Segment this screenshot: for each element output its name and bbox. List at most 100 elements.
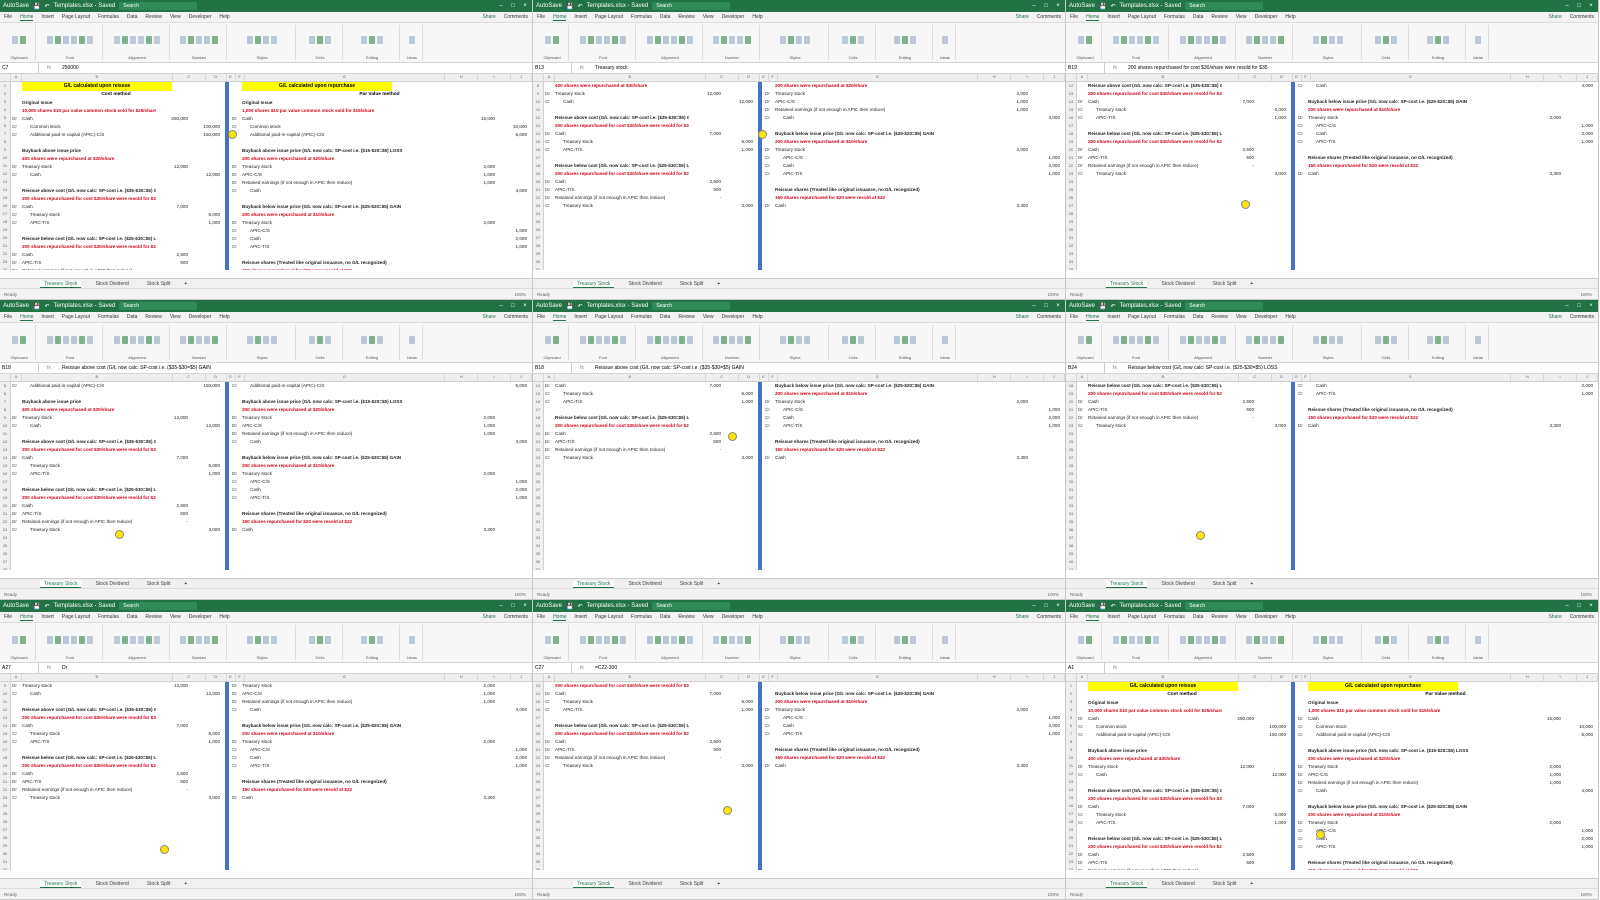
entry-line[interactable]: Reissue shares (Treated like original is…: [765, 186, 1060, 194]
entry-line[interactable]: Dr Treasury stock 2,000: [1298, 763, 1593, 771]
close-icon[interactable]: ×: [1587, 603, 1595, 609]
ribbon-button-icon[interactable]: [361, 36, 367, 44]
worksheet[interactable]: 1 2 3 4 5 6 7 8 9 10 11 12 13 14 15 16 17 18 19 20 21 22 23 24 …: [0, 82, 532, 270]
ribbon-button-icon[interactable]: [1337, 336, 1343, 344]
entry-line[interactable]: Reissue below cost (G/L now calc: SP-cos…: [545, 414, 753, 422]
tab-treasury-stock[interactable]: Treasury Stock: [573, 880, 615, 888]
undo-icon[interactable]: ↶: [45, 303, 50, 310]
entry-line[interactable]: 200 shares were repurchased at $10/share: [232, 462, 527, 470]
entry-line[interactable]: Dr Cash 3,300: [232, 526, 527, 534]
ribbon-button-icon[interactable]: [409, 36, 415, 44]
entry-line[interactable]: Cr Treasury stock 6,000: [1078, 811, 1286, 819]
ribbon-button-icon[interactable]: [850, 636, 856, 644]
autosave-toggle[interactable]: AutoSave: [536, 603, 562, 609]
close-icon[interactable]: ×: [1054, 3, 1062, 9]
ribbon-button-icon[interactable]: [729, 36, 735, 44]
ribbon-button-icon[interactable]: [663, 36, 669, 44]
minimize-icon[interactable]: –: [1030, 603, 1038, 609]
ribbon-button-icon[interactable]: [1427, 36, 1433, 44]
entry-line[interactable]: [12, 430, 220, 438]
entry-line[interactable]: Dr APIC-T/S 500: [545, 186, 753, 194]
ribbon-button-icon[interactable]: [1204, 336, 1210, 344]
close-icon[interactable]: ×: [521, 303, 529, 309]
search-box[interactable]: Search: [1185, 602, 1264, 610]
entry-line[interactable]: [765, 682, 1060, 690]
menu-data[interactable]: Data: [1193, 314, 1204, 320]
entry-line[interactable]: Dr Cash 7,000: [545, 130, 753, 138]
entry-line[interactable]: Cr APIC-T/S 1,000: [1298, 843, 1593, 851]
menu-home[interactable]: Home: [553, 14, 567, 21]
ribbon-button-icon[interactable]: [858, 636, 864, 644]
entry-line[interactable]: DrRetained earnings (if not enough in AP…: [1298, 779, 1593, 787]
ribbon-button-icon[interactable]: [1435, 36, 1441, 44]
entry-line[interactable]: Dr Cash 250,000: [1078, 715, 1286, 723]
entry-line[interactable]: Dr Treasury stock 2,000: [232, 414, 527, 422]
entry-line[interactable]: Dr Cash 250,000: [12, 115, 220, 123]
ribbon-button-icon[interactable]: [1391, 336, 1397, 344]
search-box[interactable]: Search: [119, 602, 198, 610]
fx-icon[interactable]: fx: [1105, 65, 1125, 71]
menu-view[interactable]: View: [1236, 614, 1247, 620]
ribbon-button-icon[interactable]: [1278, 636, 1284, 644]
entry-line[interactable]: Dr APIC-T/S 500: [1078, 154, 1286, 162]
entry-line[interactable]: [232, 714, 527, 722]
entry-line[interactable]: 200 shares repurchased for cost $30/shar…: [12, 762, 220, 770]
entry-line[interactable]: 150 shares repurchased for $20 were reso…: [765, 754, 1060, 762]
save-icon[interactable]: 💾: [33, 303, 40, 310]
menu-formulas[interactable]: Formulas: [1164, 614, 1185, 620]
comments-button[interactable]: Comments: [504, 314, 528, 320]
entry-line[interactable]: Buyback above issue price (G/L now calc:…: [1298, 747, 1593, 755]
menu-file[interactable]: File: [1070, 314, 1078, 320]
entry-line[interactable]: Buyback above issue price: [1078, 747, 1286, 755]
ribbon-button-icon[interactable]: [713, 636, 719, 644]
entry-line[interactable]: 200 shares were repurchased at $20/share: [765, 82, 1060, 90]
menu-file[interactable]: File: [4, 314, 12, 320]
entry-line[interactable]: Dr Cash 2,500: [1078, 851, 1286, 859]
entry-line[interactable]: Dr Treasury stock 2,000: [232, 738, 527, 746]
add-sheet-icon[interactable]: +: [1250, 281, 1253, 287]
search-box[interactable]: Search: [119, 302, 198, 310]
search-box[interactable]: Search: [652, 602, 731, 610]
menu-page-layout[interactable]: Page Layout: [1128, 314, 1156, 320]
ribbon-button-icon[interactable]: [369, 36, 375, 44]
menu-insert[interactable]: Insert: [574, 314, 587, 320]
entry-line[interactable]: [12, 478, 220, 486]
ribbon-button-icon[interactable]: [596, 336, 602, 344]
ribbon-button-icon[interactable]: [1375, 636, 1381, 644]
entry-line[interactable]: 150 shares repurchased for $20 were reso…: [765, 446, 1060, 454]
maximize-icon[interactable]: □: [1575, 3, 1583, 9]
zoom-level[interactable]: 100%: [1047, 292, 1065, 297]
entry-line[interactable]: Cr Cash 4,000: [232, 706, 527, 714]
entry-line[interactable]: [1298, 851, 1593, 859]
formula-input[interactable]: 250000: [59, 63, 532, 73]
ribbon-button-icon[interactable]: [114, 336, 120, 344]
minimize-icon[interactable]: –: [1563, 303, 1571, 309]
ribbon-button-icon[interactable]: [188, 36, 194, 44]
tab-stock-dividend[interactable]: Stock Dividend: [624, 881, 665, 887]
entry-line[interactable]: Buyback below issue price (G/L now calc:…: [765, 690, 1060, 698]
menu-review[interactable]: Review: [1211, 14, 1227, 20]
entry-line[interactable]: Buyback above issue price (G/L now calc:…: [232, 147, 527, 155]
menu-data[interactable]: Data: [127, 314, 138, 320]
entry-line[interactable]: Cr APIC-T/S 1,000: [1298, 138, 1593, 146]
entry-line[interactable]: [12, 227, 220, 235]
ribbon-button-icon[interactable]: [79, 336, 85, 344]
entry-line[interactable]: [232, 446, 527, 454]
ribbon-button-icon[interactable]: [604, 636, 610, 644]
ribbon-button-icon[interactable]: [1086, 36, 1092, 44]
entry-line[interactable]: Cr APIC-C/S 1,000: [765, 406, 1060, 414]
entry-line[interactable]: Dr APIC-C/S 1,000: [232, 422, 527, 430]
menu-insert[interactable]: Insert: [1107, 314, 1120, 320]
tab-stock-dividend[interactable]: Stock Dividend: [91, 881, 132, 887]
ribbon-button-icon[interactable]: [196, 336, 202, 344]
entry-line[interactable]: DrRetained earnings (if not enough in AP…: [1078, 162, 1286, 170]
tab-treasury-stock[interactable]: Treasury Stock: [1106, 880, 1148, 888]
menu-formulas[interactable]: Formulas: [631, 614, 652, 620]
ribbon-button-icon[interactable]: [1113, 636, 1119, 644]
menu-file[interactable]: File: [4, 14, 12, 20]
menu-insert[interactable]: Insert: [1107, 614, 1120, 620]
ribbon-button-icon[interactable]: [1435, 636, 1441, 644]
menu-formulas[interactable]: Formulas: [98, 14, 119, 20]
entry-line[interactable]: Reissue below cost (G/L now calc: SP-cos…: [1078, 835, 1286, 843]
ribbon-button-icon[interactable]: [655, 336, 661, 344]
